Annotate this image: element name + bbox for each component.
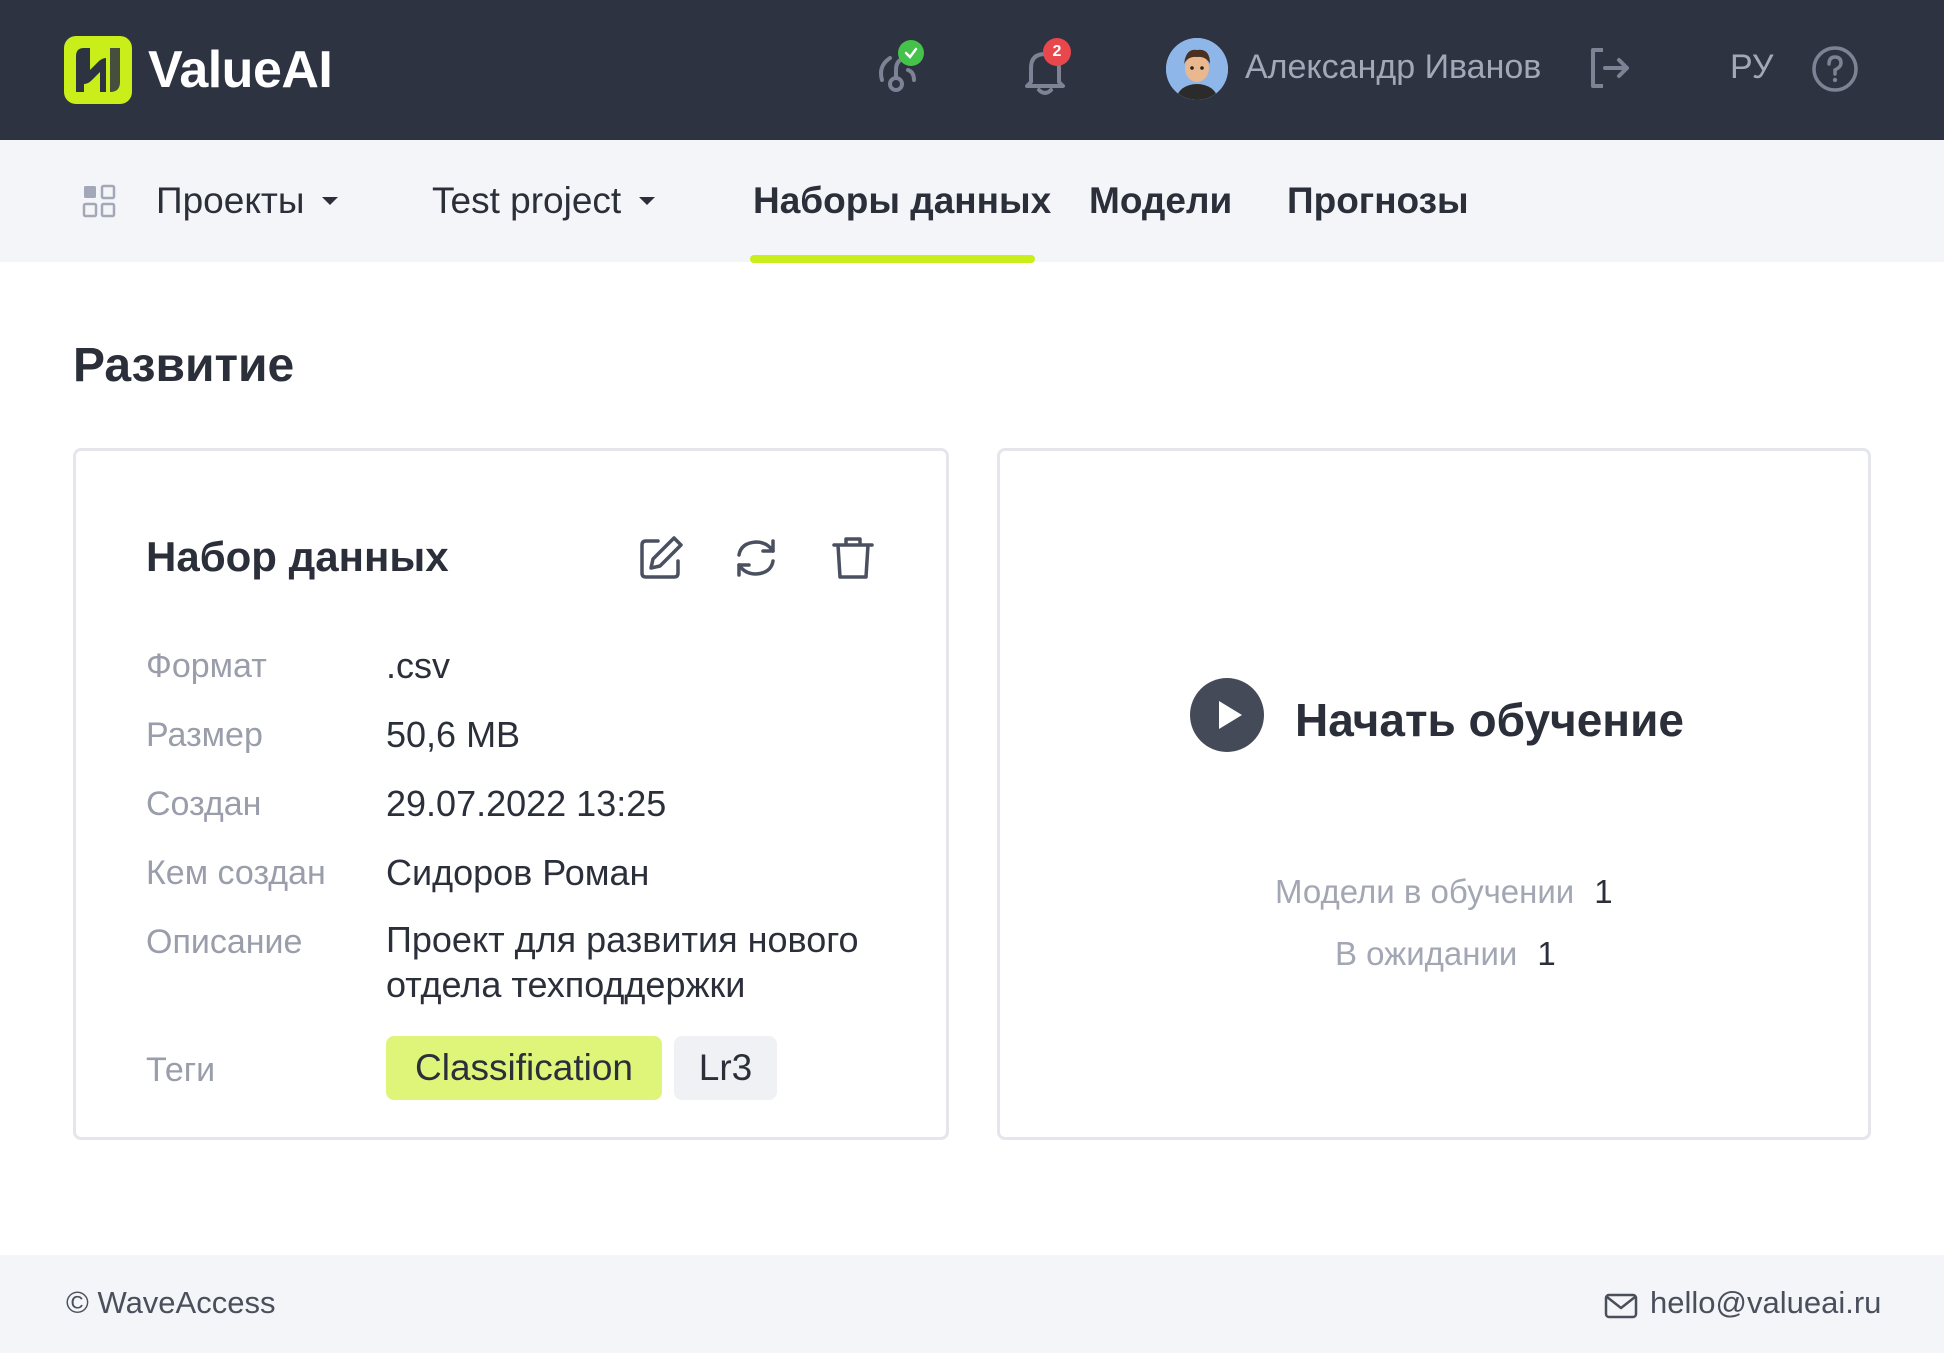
project-dropdown[interactable]: Test project <box>432 180 656 222</box>
start-training-button[interactable]: Начать обучение <box>1295 693 1684 747</box>
logo[interactable]: ValueAI <box>64 36 333 104</box>
size-value: 50,6 MB <box>386 714 521 755</box>
check-icon <box>904 47 918 59</box>
mail-icon <box>1604 1293 1638 1319</box>
size-label: Размер <box>146 716 263 754</box>
help-icon[interactable] <box>1810 44 1860 94</box>
grid-icon[interactable] <box>82 184 116 218</box>
description-value: Проект для развития нового отдела техпод… <box>386 919 859 1005</box>
description-label: Описание <box>146 923 303 961</box>
trash-icon[interactable] <box>828 533 878 583</box>
nav-bar: Проекты Test project Наборы данных Модел… <box>0 140 1944 263</box>
edit-icon[interactable] <box>636 533 686 583</box>
training-card: Начать обучение Модели в обучении 1 В ожи… <box>997 448 1871 1140</box>
tab-models[interactable]: Модели <box>1089 180 1232 222</box>
waiting-label: В ожидании <box>1335 935 1518 972</box>
avatar[interactable] <box>1166 38 1228 100</box>
tab-datasets[interactable]: Наборы данных <box>753 180 1051 222</box>
dataset-card: Набор данных Формат .csv Размер 50,6 MB … <box>73 448 949 1140</box>
copyright: © WaveAccess <box>66 1285 276 1320</box>
projects-dropdown[interactable]: Проекты <box>156 180 339 222</box>
language-switcher[interactable]: РУ <box>1730 48 1774 87</box>
user-avatar-icon <box>1166 38 1228 100</box>
caret-down-icon <box>322 197 339 205</box>
page-title: Развитие <box>73 339 295 392</box>
contact-email-link[interactable]: hello@valueai.ru <box>1650 1285 1881 1321</box>
models-in-training-label: Модели в обучении <box>1275 873 1575 910</box>
refresh-icon[interactable] <box>731 533 781 583</box>
logout-icon[interactable] <box>1585 44 1633 92</box>
created-value: 29.07.2022 13:25 <box>386 783 667 824</box>
created-by-value: Сидоров Роман <box>386 852 650 893</box>
tags-label: Теги <box>146 1051 216 1089</box>
active-tab-indicator <box>750 255 1035 263</box>
app-name: ValueAI <box>148 41 333 99</box>
user-name[interactable]: Александр Иванов <box>1245 48 1541 87</box>
footer: © WaveAccess hello@valueai.ru <box>0 1255 1944 1353</box>
models-in-training-value: 1 <box>1594 873 1613 910</box>
project-label: Test project <box>432 180 622 221</box>
created-by-label: Кем создан <box>146 854 326 892</box>
models-in-training-stat: Модели в обучении 1 <box>1275 873 1613 911</box>
top-bar: ValueAI 2 Александр Иванов РУ <box>0 0 1944 140</box>
tag-lr3[interactable]: Lr3 <box>674 1036 777 1100</box>
projects-label: Проекты <box>156 180 305 221</box>
format-value: .csv <box>386 645 451 686</box>
tag-classification[interactable]: Classification <box>386 1036 662 1100</box>
waiting-stat: В ожидании 1 <box>1335 935 1556 973</box>
play-icon[interactable] <box>1190 678 1264 752</box>
tab-forecasts[interactable]: Прогнозы <box>1287 180 1469 222</box>
valueai-logo-icon <box>64 36 132 104</box>
created-label: Создан <box>146 785 262 823</box>
waiting-value: 1 <box>1537 935 1556 972</box>
notification-count-badge: 2 <box>1043 38 1071 66</box>
caret-down-icon <box>639 197 656 205</box>
pipeline-ok-badge <box>898 40 924 66</box>
dataset-card-title: Набор данных <box>146 533 449 580</box>
format-label: Формат <box>146 647 267 685</box>
